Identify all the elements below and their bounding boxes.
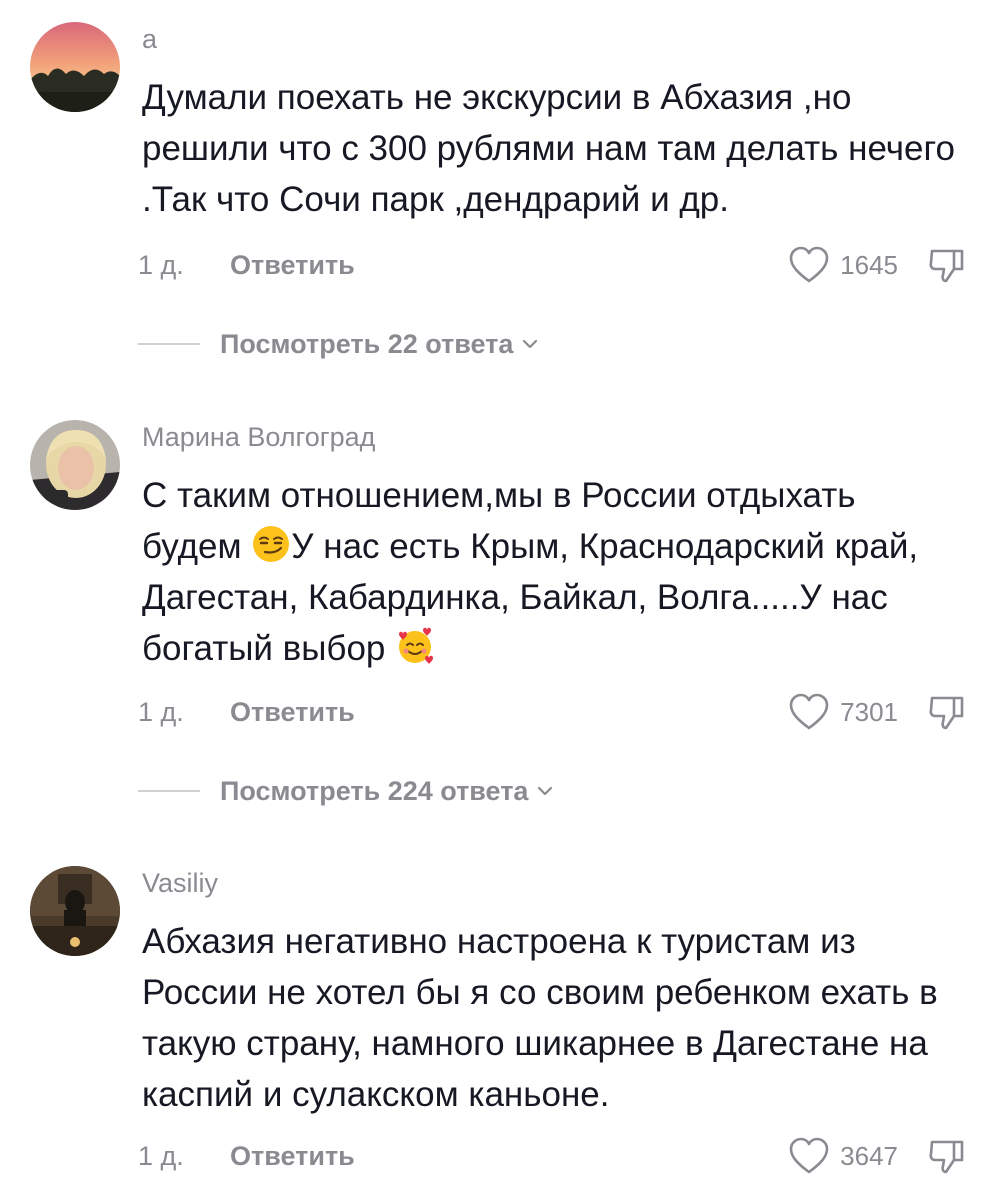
smiling-face-with-hearts-emoji [399, 627, 434, 664]
avatar-dark-room-image [30, 866, 120, 956]
chevron-down-icon [538, 786, 553, 796]
comment-text: Абхазия негативно настроена к туристам и… [142, 922, 938, 1114]
like-count: 7301 [840, 697, 898, 727]
divider-line [138, 343, 200, 345]
divider-line [138, 790, 200, 792]
dislike-button[interactable] [926, 245, 970, 285]
reply-button[interactable]: Ответить [230, 692, 355, 732]
heart-outline-icon [789, 693, 829, 730]
avatar[interactable] [30, 866, 120, 956]
comment-text: Думали поехать не экскурсии в Абхазия ,н… [142, 78, 955, 219]
avatar-woman-image [30, 420, 120, 510]
chevron-down-icon [523, 339, 538, 349]
like-button[interactable]: 3647 [788, 1136, 898, 1176]
thumbs-down-icon [929, 249, 964, 283]
like-button[interactable]: 7301 [788, 692, 898, 732]
thumbs-down-icon [929, 696, 964, 730]
dislike-button[interactable] [926, 692, 970, 732]
username[interactable]: Марина Волгоград [142, 420, 375, 454]
username[interactable]: а [142, 22, 157, 56]
view-replies-button[interactable]: Посмотреть 22 ответа [138, 324, 541, 364]
comment-text: С таким отношением,мы в России отдыхать … [142, 470, 962, 674]
comment-actions: 1 д. Ответить 1645 [138, 245, 970, 285]
like-count: 1645 [840, 250, 898, 280]
heart-outline-icon [789, 246, 829, 283]
comment-time: 1 д. [138, 250, 184, 280]
view-replies-button[interactable]: Посмотреть 224 ответа [138, 771, 556, 811]
view-replies-label: Посмотреть 22 ответа [220, 328, 514, 359]
username[interactable]: Vasiliy [142, 866, 218, 900]
dislike-button[interactable] [926, 1136, 970, 1176]
smirk-emoji [253, 526, 290, 562]
avatar-sunset-image [30, 22, 120, 112]
avatar[interactable] [30, 420, 120, 510]
heart-outline-icon [789, 1137, 829, 1174]
comment-time: 1 д. [138, 1141, 184, 1171]
avatar[interactable] [30, 22, 120, 112]
comment-actions: 1 д. Ответить 7301 [138, 692, 970, 732]
reply-button[interactable]: Ответить [230, 245, 355, 285]
reply-button[interactable]: Ответить [230, 1136, 355, 1176]
comment-time: 1 д. [138, 697, 184, 727]
thumbs-down-icon [929, 1140, 964, 1174]
like-button[interactable]: 1645 [788, 245, 898, 285]
comment-actions: 1 д. Ответить 3647 [138, 1136, 970, 1176]
view-replies-label: Посмотреть 224 ответа [220, 775, 529, 806]
like-count: 3647 [840, 1141, 898, 1171]
